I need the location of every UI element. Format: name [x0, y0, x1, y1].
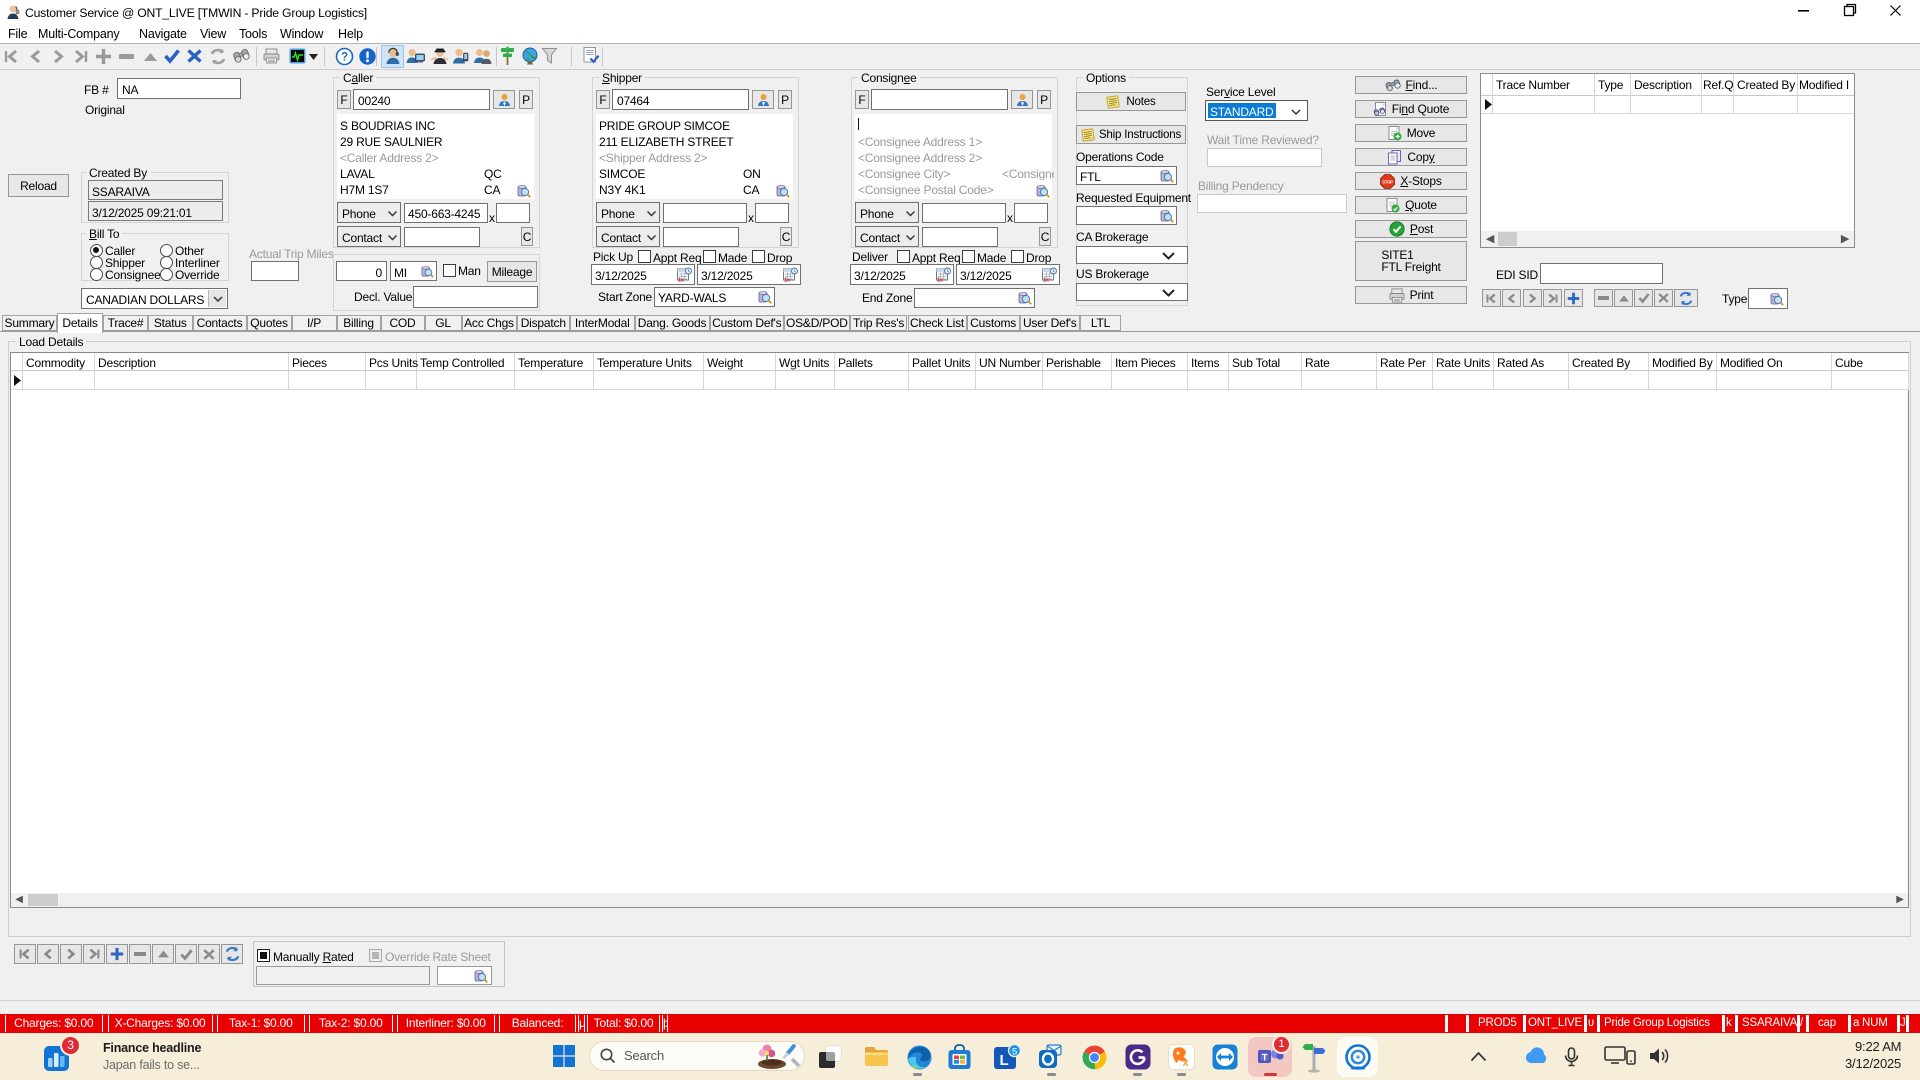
svg-text:5: 5 — [1012, 1046, 1017, 1057]
svg-text:T: T — [1262, 1053, 1268, 1063]
svg-text:L: L — [1000, 1052, 1009, 1069]
svg-text:STOP: STOP — [1383, 179, 1394, 184]
svg-text:?: ? — [341, 52, 348, 64]
